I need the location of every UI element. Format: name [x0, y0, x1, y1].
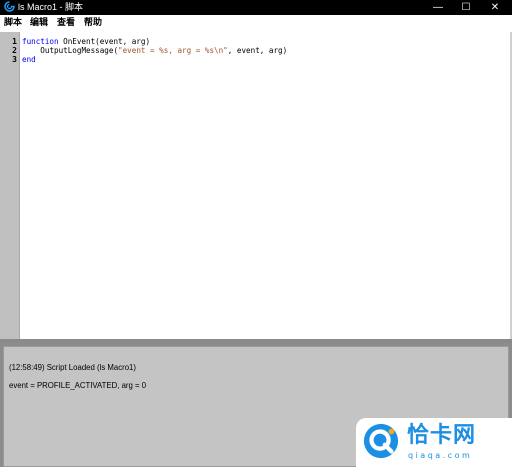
code-line-1: function OnEvent(event, arg): [22, 37, 150, 46]
code-line-3: end: [22, 55, 36, 64]
line-number: 3: [12, 55, 17, 64]
code-text: OutputLogMessage(: [40, 46, 119, 55]
watermark-name: 恰卡网: [407, 423, 477, 448]
menu-script[interactable]: 脚本: [4, 17, 22, 29]
menu-edit[interactable]: 编辑: [30, 17, 48, 29]
watermark-domain: qiaqa.com: [408, 451, 473, 460]
code-string: "event = %s, arg = %s\n": [118, 46, 228, 55]
maximize-icon[interactable]: ☐: [452, 0, 480, 15]
menu-bar: 脚本 编辑 查看 帮助: [0, 15, 512, 33]
line-number: 1: [12, 37, 17, 46]
line-number: 2: [12, 46, 17, 55]
title-bar: ls Macro1 - 脚本 — ☐ ✕: [0, 0, 512, 15]
minimize-icon[interactable]: —: [424, 0, 452, 15]
logitech-g-icon: [4, 1, 15, 12]
watermark-logo: 恰卡网 qiaqa.com: [356, 418, 512, 467]
code-line-2: OutputLogMessage("event = %s, arg = %s\n…: [22, 46, 287, 55]
script-editor[interactable]: 1 2 3 function OnEvent(event, arg) Outpu…: [0, 32, 512, 339]
window-title: ls Macro1 - 脚本: [18, 2, 84, 12]
code-text: , event, arg): [227, 46, 288, 55]
line-number-gutter: 1 2 3: [0, 32, 20, 339]
code-text: OnEvent(event, arg): [58, 37, 151, 46]
close-icon[interactable]: ✕: [481, 0, 509, 15]
log-line: event = PROFILE_ACTIVATED, arg = 0: [9, 381, 147, 390]
log-line: (12:58:49) Script Loaded (ls Macro1): [9, 363, 136, 372]
code-keyword: function: [22, 37, 59, 46]
menu-view[interactable]: 查看: [57, 17, 75, 29]
watermark-q-icon: [363, 423, 399, 459]
code-keyword: end: [22, 55, 36, 64]
menu-help[interactable]: 帮助: [84, 17, 102, 29]
